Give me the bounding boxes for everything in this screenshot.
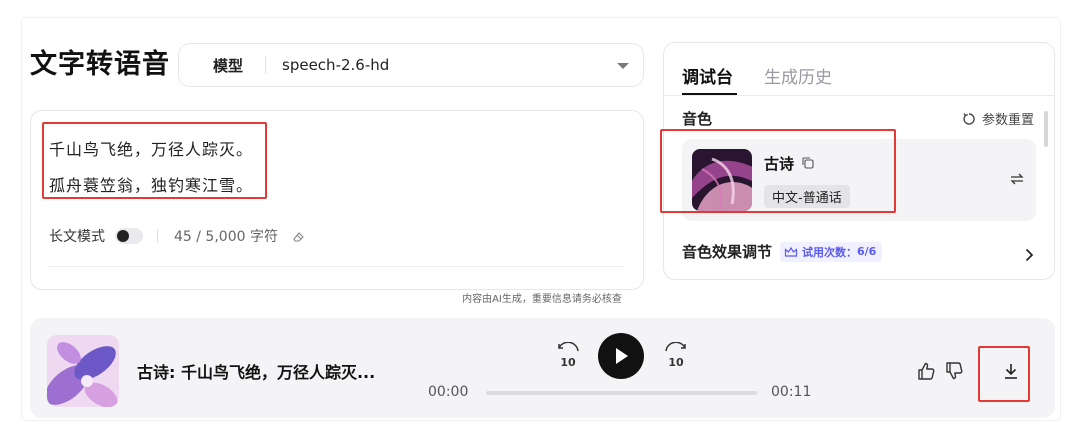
rewind-10-text: 10 xyxy=(560,356,576,369)
divider xyxy=(664,95,1054,96)
trial-label: 试用次数： xyxy=(802,245,858,259)
reset-button[interactable]: 参数重置 xyxy=(962,109,1034,128)
swap-icon[interactable] xyxy=(1010,171,1024,189)
model-value: speech-2.6-hd xyxy=(282,56,390,74)
current-time: 00:00 xyxy=(428,384,469,400)
voice-avatar xyxy=(692,149,752,211)
crown-icon xyxy=(784,246,798,257)
tab-debug[interactable]: 调试台 xyxy=(682,63,733,88)
voice-effect-label: 音色效果调节 xyxy=(682,243,773,261)
text-input-card[interactable]: 千山鸟飞绝，万径人踪灭。 孤舟蓑笠翁，独钓寒江雪。 长文模式 45 / 5,00… xyxy=(30,110,644,290)
voice-language-tag: 中文-普通话 xyxy=(764,185,850,208)
forward-10-text: 10 xyxy=(668,356,684,369)
poem-line-2[interactable]: 孤舟蓑笠翁，独钓寒江雪。 xyxy=(49,172,253,196)
divider xyxy=(265,56,267,74)
thumbs-up-icon[interactable] xyxy=(916,361,936,385)
voice-card[interactable]: 古诗 中文-普通话 xyxy=(682,139,1036,221)
reset-icon xyxy=(963,112,975,125)
long-mode-label: 长文模式 xyxy=(49,229,105,245)
poem-line-1[interactable]: 千山鸟飞绝，万径人踪灭。 xyxy=(49,136,253,160)
total-time: 00:11 xyxy=(771,384,812,400)
progress-bar[interactable] xyxy=(486,391,757,395)
copy-icon[interactable] xyxy=(802,155,814,173)
play-button[interactable] xyxy=(598,333,644,379)
voice-name-text: 古诗 xyxy=(764,155,795,173)
voice-effect-row[interactable]: 音色效果调节 试用次数： 6/6 xyxy=(682,241,883,262)
tab-underline xyxy=(682,93,737,95)
divider xyxy=(49,266,625,267)
chevron-right-icon[interactable] xyxy=(1025,247,1034,266)
eraser-icon[interactable] xyxy=(292,230,304,242)
editor-footer: 长文模式 45 / 5,000 字符 xyxy=(49,226,304,246)
model-select[interactable]: 模型 speech-2.6-hd xyxy=(178,43,644,87)
rewind-10-icon[interactable]: 10 xyxy=(555,341,581,374)
page-title: 文字转语音 xyxy=(30,49,170,80)
divider xyxy=(157,229,158,243)
settings-panel: 调试台 生成历史 音色 参数重置 古诗 中文-普通话 音色效果调节 试用次数： … xyxy=(663,42,1055,280)
long-mode-toggle[interactable] xyxy=(115,228,143,244)
scrollbar[interactable] xyxy=(1044,111,1048,147)
download-icon[interactable] xyxy=(1003,362,1019,384)
toggle-knob xyxy=(117,230,129,242)
play-icon xyxy=(616,348,628,364)
chevron-down-icon xyxy=(617,63,629,69)
ai-disclaimer: 内容由AI生成，重要信息请务必核查 xyxy=(462,294,622,305)
trial-badge: 试用次数： 6/6 xyxy=(780,241,883,262)
forward-10-icon[interactable]: 10 xyxy=(663,341,689,374)
voice-name: 古诗 xyxy=(764,153,814,174)
audio-player: 古诗: 千山鸟飞绝，万径人踪灭... 10 10 00:00 00:11 xyxy=(30,318,1055,418)
thumbs-down-icon[interactable] xyxy=(944,361,964,385)
char-count: 45 / 5,000 字符 xyxy=(174,229,278,245)
track-cover xyxy=(47,335,119,407)
model-label: 模型 xyxy=(213,56,244,75)
reset-label: 参数重置 xyxy=(981,113,1034,128)
track-title: 古诗: 千山鸟飞绝，万径人踪灭... xyxy=(137,363,376,382)
voice-section-label: 音色 xyxy=(682,110,713,128)
trial-count: 6/6 xyxy=(857,245,877,258)
tab-history[interactable]: 生成历史 xyxy=(764,63,832,88)
